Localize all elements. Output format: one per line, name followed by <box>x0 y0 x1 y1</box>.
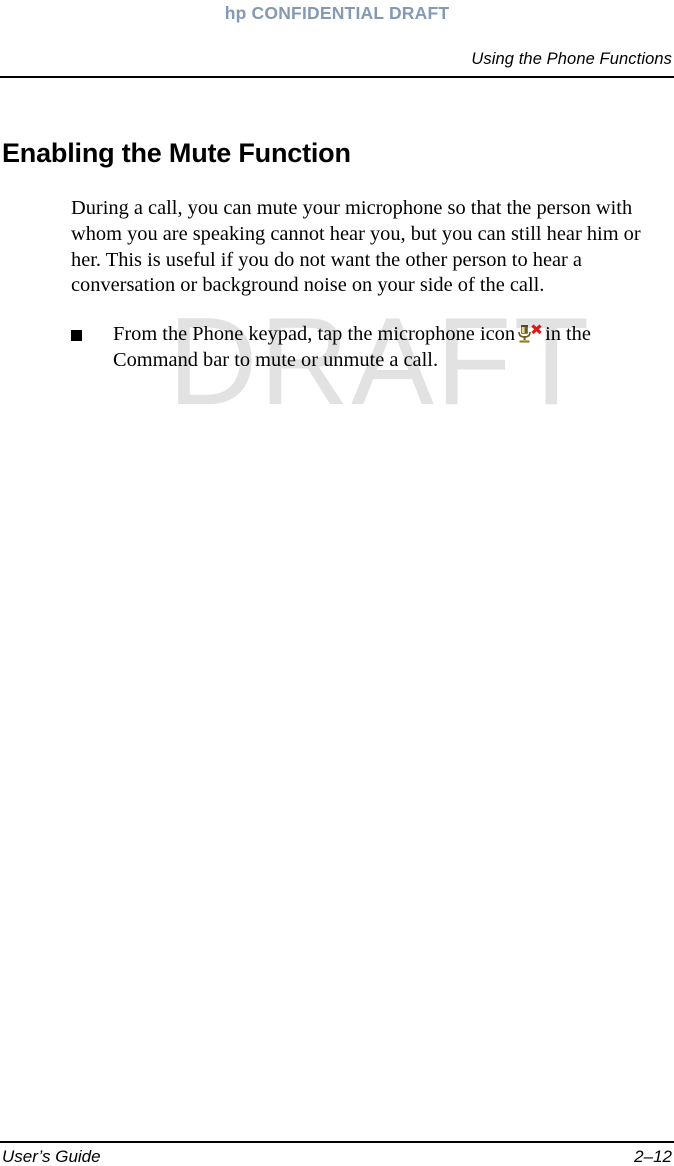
running-head: Using the Phone Functions <box>471 50 672 68</box>
confidential-banner: hp CONFIDENTIAL DRAFT <box>224 3 450 23</box>
page-title: Enabling the Mute Function <box>2 138 351 169</box>
footer-page-number: 2–12 <box>634 1147 672 1166</box>
header-rule <box>0 76 674 78</box>
footer-document-title: User’s Guide <box>2 1147 101 1166</box>
bullet-list: From the Phone keypad, tap the microphon… <box>71 322 673 373</box>
intro-paragraph: During a call, you can mute your microph… <box>71 197 641 297</box>
list-item-text: From the Phone keypad, tap the microphon… <box>113 322 673 373</box>
document-page: DRAFT hp CONFIDENTIAL DRAFT Using the Ph… <box>0 0 674 1166</box>
list-item: From the Phone keypad, tap the microphon… <box>71 322 673 373</box>
microphone-mute-icon <box>517 324 543 345</box>
footer-rule <box>0 1141 674 1143</box>
square-bullet-icon <box>71 322 113 341</box>
list-item-text-before-icon: From the Phone keypad, tap the microphon… <box>113 323 516 345</box>
